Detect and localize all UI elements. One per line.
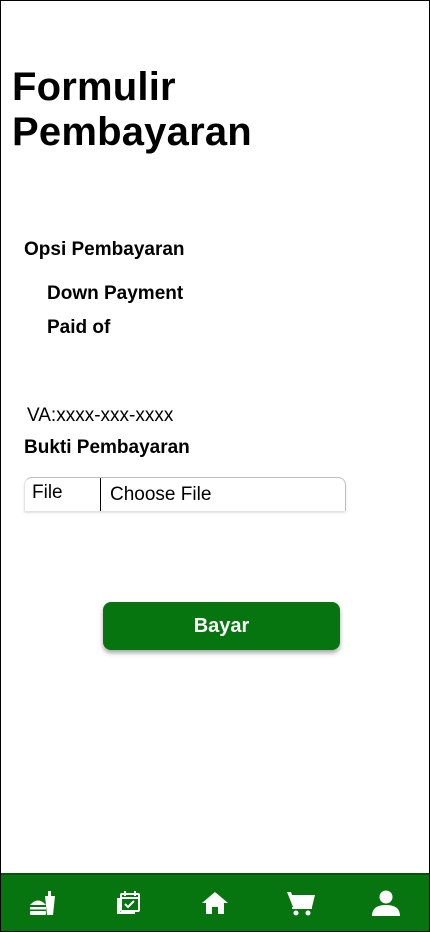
option-paid-of[interactable]: Paid of <box>47 317 110 339</box>
nav-cart[interactable] <box>279 883 323 923</box>
choose-file-button[interactable]: Choose File <box>101 478 211 511</box>
app-screen: Formulir Pembayaran Opsi Pembayaran Down… <box>0 0 430 932</box>
virtual-account-number: VA:xxxx-xxx-xxxx <box>27 405 174 426</box>
file-upload-input[interactable]: File Choose File <box>24 477 346 511</box>
payment-proof-label: Bukti Pembayaran <box>24 437 190 458</box>
page-title: Formulir Pembayaran <box>12 65 252 154</box>
option-down-payment[interactable]: Down Payment <box>47 283 183 305</box>
file-prefix-label: File <box>25 478 101 511</box>
pay-button[interactable]: Bayar <box>103 602 340 650</box>
person-icon <box>372 890 401 916</box>
fastfood-icon <box>29 891 55 915</box>
nav-home[interactable] <box>193 883 237 923</box>
home-icon <box>201 892 228 914</box>
cart-icon <box>286 892 315 916</box>
nav-bookings[interactable] <box>107 883 151 923</box>
bottom-navigation <box>1 873 429 931</box>
nav-profile[interactable] <box>364 883 408 923</box>
nav-menu[interactable] <box>22 883 66 923</box>
payment-options-label: Opsi Pembayaran <box>24 239 185 260</box>
calendar-check-icon <box>117 891 141 914</box>
